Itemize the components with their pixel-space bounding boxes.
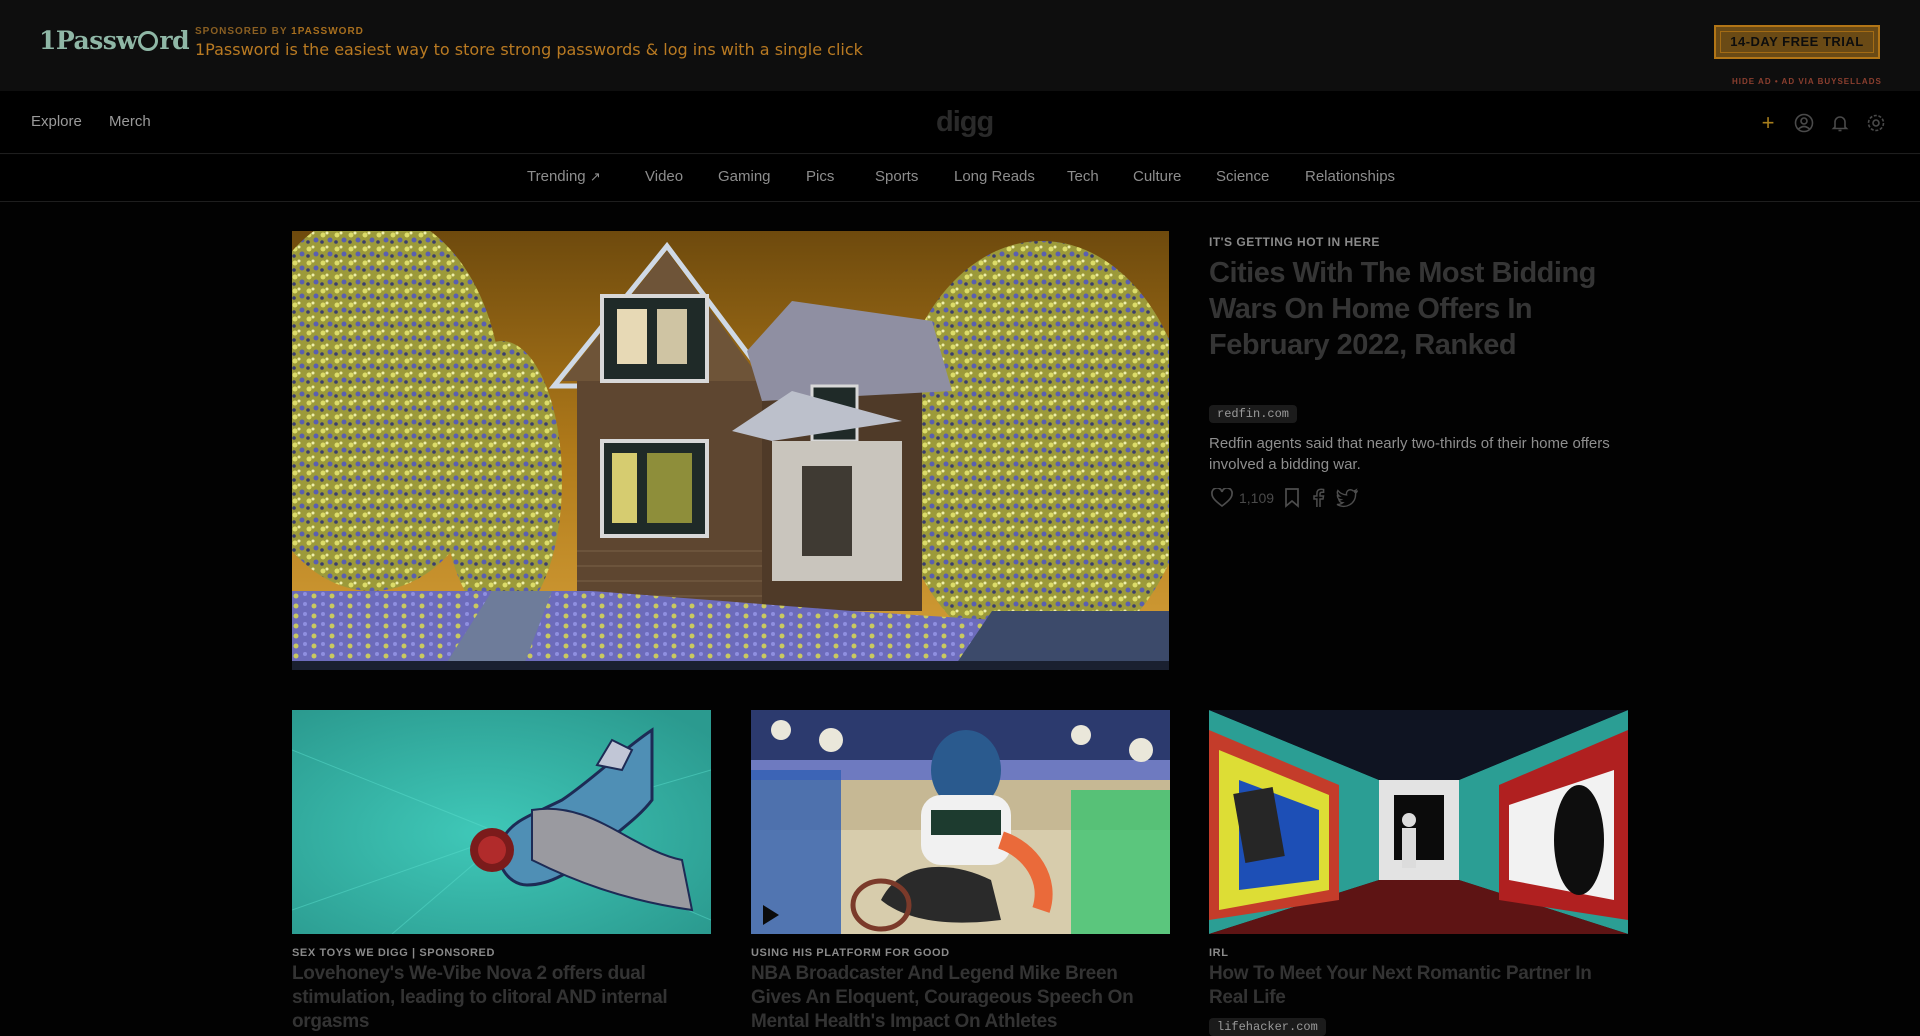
bookmark-icon[interactable] bbox=[1284, 488, 1300, 508]
hero-story-image[interactable] bbox=[292, 231, 1169, 670]
free-trial-button[interactable]: 14-DAY FREE TRIAL bbox=[1714, 25, 1880, 59]
card-kicker: USING HIS PLATFORM FOR GOOD bbox=[751, 947, 950, 959]
story-card-video-thumbnail[interactable] bbox=[751, 710, 1170, 934]
nav-merch-link[interactable]: Merch bbox=[109, 113, 151, 130]
heart-icon[interactable] bbox=[1211, 488, 1233, 508]
sponsored-ad-banner: 1Passw rd SPONSORED BY 1PASSWORD 1Passwor… bbox=[0, 0, 1920, 91]
plus-icon[interactable]: + bbox=[1757, 110, 1779, 135]
top-navigation: Explore Merch digg + bbox=[0, 91, 1920, 154]
card-kicker: IRL bbox=[1209, 947, 1229, 959]
category-relationships[interactable]: Relationships bbox=[1305, 168, 1395, 185]
hero-kicker: IT'S GETTING HOT IN HERE bbox=[1209, 235, 1380, 249]
settings-gear-icon[interactable] bbox=[1865, 112, 1887, 134]
nav-explore-link[interactable]: Explore bbox=[31, 113, 82, 130]
twitter-icon[interactable] bbox=[1336, 488, 1359, 508]
sponsored-by-label: SPONSORED BY 1PASSWORD bbox=[195, 26, 364, 37]
card-source-domain[interactable]: lifehacker.com bbox=[1209, 1018, 1326, 1036]
category-pics[interactable]: Pics bbox=[806, 168, 834, 185]
category-trending[interactable]: Trending ↗ bbox=[527, 168, 601, 185]
hide-ad-link[interactable]: HIDE AD • AD VIA BUYSELLADS bbox=[1732, 77, 1882, 86]
category-gaming[interactable]: Gaming bbox=[718, 168, 771, 185]
1password-logo[interactable]: 1Passw rd bbox=[39, 26, 190, 55]
facebook-icon[interactable] bbox=[1310, 488, 1326, 508]
category-science[interactable]: Science bbox=[1216, 168, 1269, 185]
card-headline[interactable]: Lovehoney's We-Vibe Nova 2 offers dual s… bbox=[292, 962, 711, 1034]
notification-bell-icon[interactable] bbox=[1829, 112, 1851, 134]
category-tech[interactable]: Tech bbox=[1067, 168, 1099, 185]
card-kicker: SEX TOYS WE DIGG | SPONSORED bbox=[292, 947, 496, 959]
hero-headline[interactable]: Cities With The Most Bidding Wars On Hom… bbox=[1209, 255, 1609, 363]
card-headline[interactable]: How To Meet Your Next Romantic Partner I… bbox=[1209, 962, 1628, 1010]
category-bar: Trending ↗ Video Gaming Pics Sports Long… bbox=[0, 155, 1920, 202]
category-sports[interactable]: Sports bbox=[875, 168, 918, 185]
user-icon[interactable] bbox=[1793, 112, 1815, 134]
like-count: 1,109 bbox=[1239, 490, 1275, 506]
card-headline[interactable]: NBA Broadcaster And Legend Mike Breen Gi… bbox=[751, 962, 1170, 1034]
story-card-image[interactable] bbox=[292, 710, 711, 934]
trending-arrow-icon: ↗ bbox=[589, 169, 601, 184]
hero-description: Redfin agents said that nearly two-third… bbox=[1209, 435, 1610, 473]
category-long-reads[interactable]: Long Reads bbox=[954, 168, 1035, 185]
category-video[interactable]: Video bbox=[645, 168, 683, 185]
keyhole-icon bbox=[138, 31, 159, 51]
hero-actions: 1,109 bbox=[1211, 488, 1359, 508]
hero-source-domain[interactable]: redfin.com bbox=[1209, 405, 1298, 423]
digg-logo[interactable]: digg bbox=[936, 106, 994, 139]
category-culture[interactable]: Culture bbox=[1133, 168, 1181, 185]
ad-text-link[interactable]: 1Password is the easiest way to store st… bbox=[195, 40, 863, 59]
story-card-image[interactable] bbox=[1209, 710, 1628, 934]
